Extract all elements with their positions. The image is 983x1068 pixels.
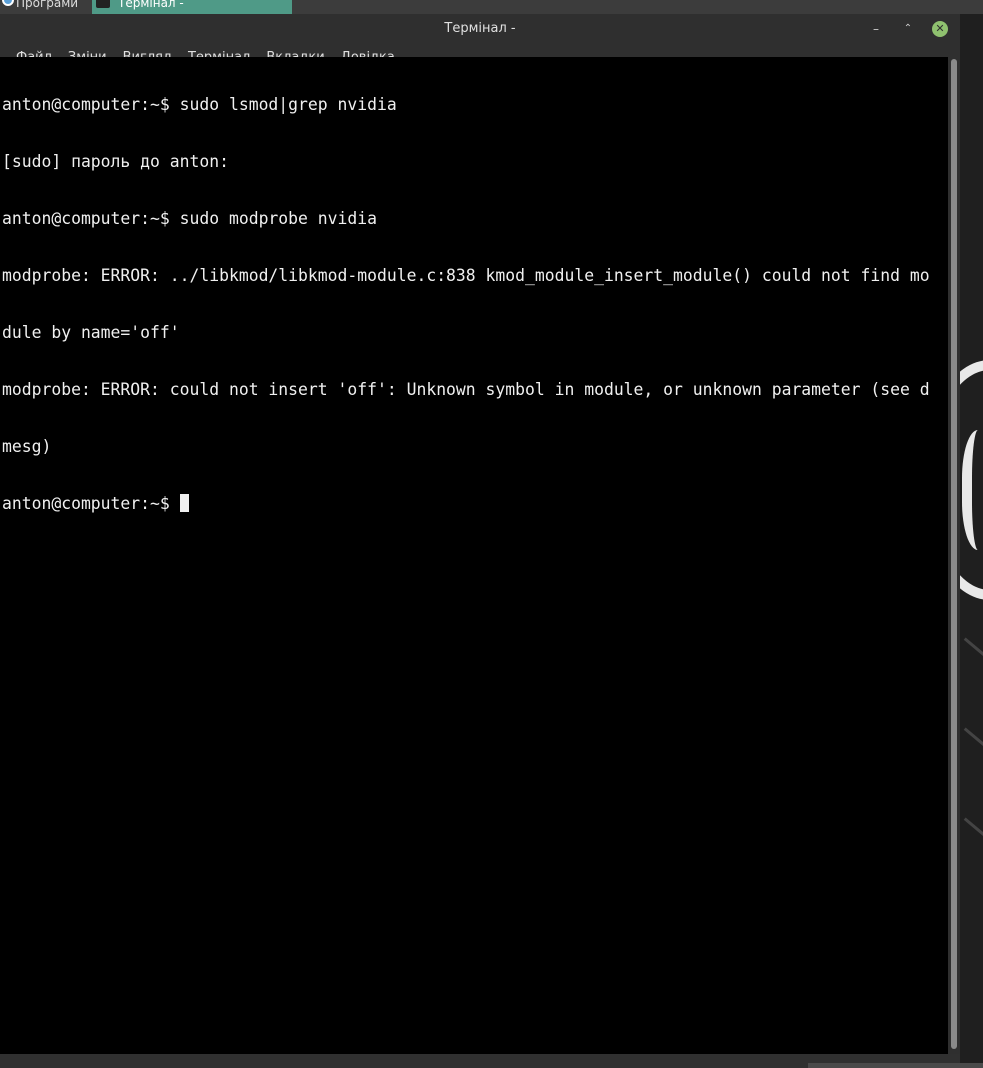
taskbar-terminal-label: Термінал - (118, 0, 184, 10)
terminal-line: modprobe: ERROR: ../libkmod/libkmod-modu… (2, 266, 930, 285)
applications-label: Програми (16, 0, 79, 10)
wallpaper-swoosh-inner (962, 430, 983, 550)
terminal-line: modprobe: ERROR: could not insert 'off':… (2, 380, 930, 399)
panel-edge (808, 1063, 983, 1068)
wallpaper-line (963, 817, 983, 846)
top-panel: Програми Термінал - (0, 0, 983, 14)
wallpaper-art (960, 0, 983, 1068)
terminal-icon (96, 0, 110, 8)
terminal-scrollbar[interactable] (948, 57, 960, 1054)
terminal-text: anton@computer:~$ sudo lsmod|grep nvidia… (2, 57, 946, 551)
applications-icon (2, 0, 14, 6)
wallpaper-line (963, 637, 983, 666)
terminal-line: anton@computer:~$ sudo modprobe nvidia (2, 209, 377, 228)
terminal-line: [sudo] пароль до anton: (2, 152, 229, 171)
wallpaper-line (963, 727, 983, 756)
terminal-prompt: anton@computer:~$ (2, 494, 180, 513)
taskbar-terminal-button[interactable]: Термінал - (92, 0, 292, 14)
scrollbar-thumb[interactable] (951, 59, 957, 1049)
applications-menu-button[interactable]: Програми (0, 0, 92, 14)
text-cursor (179, 494, 189, 512)
maximize-button[interactable]: ⌃ (900, 21, 916, 37)
terminal-prompt-line: anton@computer:~$ (2, 494, 946, 513)
window-titlebar[interactable]: Термінал - – ⌃ ✕ (0, 14, 960, 44)
minimize-button[interactable]: – (868, 21, 884, 37)
terminal-line: anton@computer:~$ sudo lsmod|grep nvidia (2, 95, 397, 114)
terminal-line: dule by name='off' (2, 323, 180, 342)
terminal-output[interactable]: anton@computer:~$ sudo lsmod|grep nvidia… (0, 57, 948, 1054)
window-title: Термінал - (444, 21, 516, 36)
close-button[interactable]: ✕ (932, 21, 948, 37)
terminal-line: mesg) (2, 437, 52, 456)
